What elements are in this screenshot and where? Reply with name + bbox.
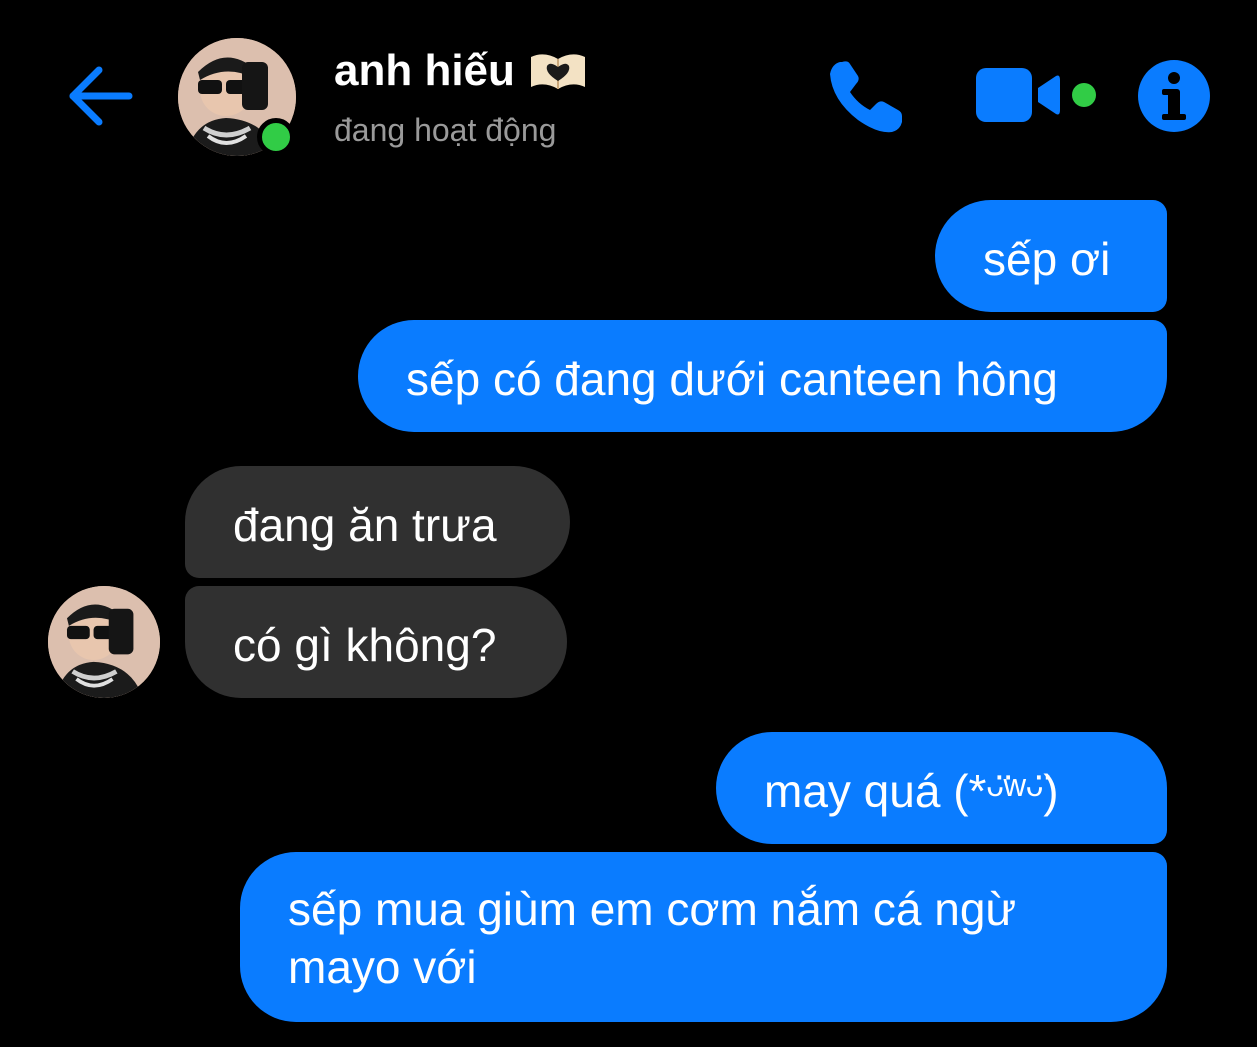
video-call-button[interactable] xyxy=(972,60,1106,132)
arrow-left-icon xyxy=(69,66,133,126)
message-text: sếp có đang dưới canteen hông xyxy=(406,353,1058,405)
contact-name[interactable]: anh hiếu xyxy=(334,46,587,96)
message-text: sếp ơi xyxy=(983,233,1111,285)
message-text: may quá (*ᵕ̈ʷᵕ̈) xyxy=(764,765,1059,817)
heart-book-icon xyxy=(530,54,585,89)
online-indicator xyxy=(257,118,295,156)
message-text: đang ăn trưa xyxy=(233,499,497,551)
video-camera-icon xyxy=(976,68,1096,122)
back-button[interactable] xyxy=(62,58,138,134)
info-icon xyxy=(1138,60,1210,132)
outgoing-message[interactable]: may quá (*ᵕ̈ʷᵕ̈) xyxy=(716,732,1167,844)
voice-call-button[interactable] xyxy=(822,54,908,140)
outgoing-message[interactable]: sếp mua giùm em cơm nắm cá ngừ mayo với xyxy=(240,852,1167,1022)
avatar-photo xyxy=(48,586,160,698)
contact-avatar-container[interactable] xyxy=(178,38,298,158)
message-text-line: mayo với xyxy=(288,941,477,993)
incoming-message[interactable]: đang ăn trưa xyxy=(185,466,570,578)
incoming-message[interactable]: có gì không? xyxy=(185,586,567,698)
info-button[interactable] xyxy=(1136,58,1212,134)
outgoing-message[interactable]: sếp ơi xyxy=(935,200,1167,312)
contact-status: đang hoạt động xyxy=(334,112,557,148)
message-text-line: sếp mua giùm em cơm nắm cá ngừ xyxy=(288,883,1017,935)
sender-avatar[interactable] xyxy=(48,586,160,698)
message-text: có gì không? xyxy=(233,619,497,671)
contact-name-text: anh hiếu xyxy=(334,46,515,95)
phone-icon xyxy=(830,61,902,133)
outgoing-message[interactable]: sếp có đang dưới canteen hông xyxy=(358,320,1167,432)
